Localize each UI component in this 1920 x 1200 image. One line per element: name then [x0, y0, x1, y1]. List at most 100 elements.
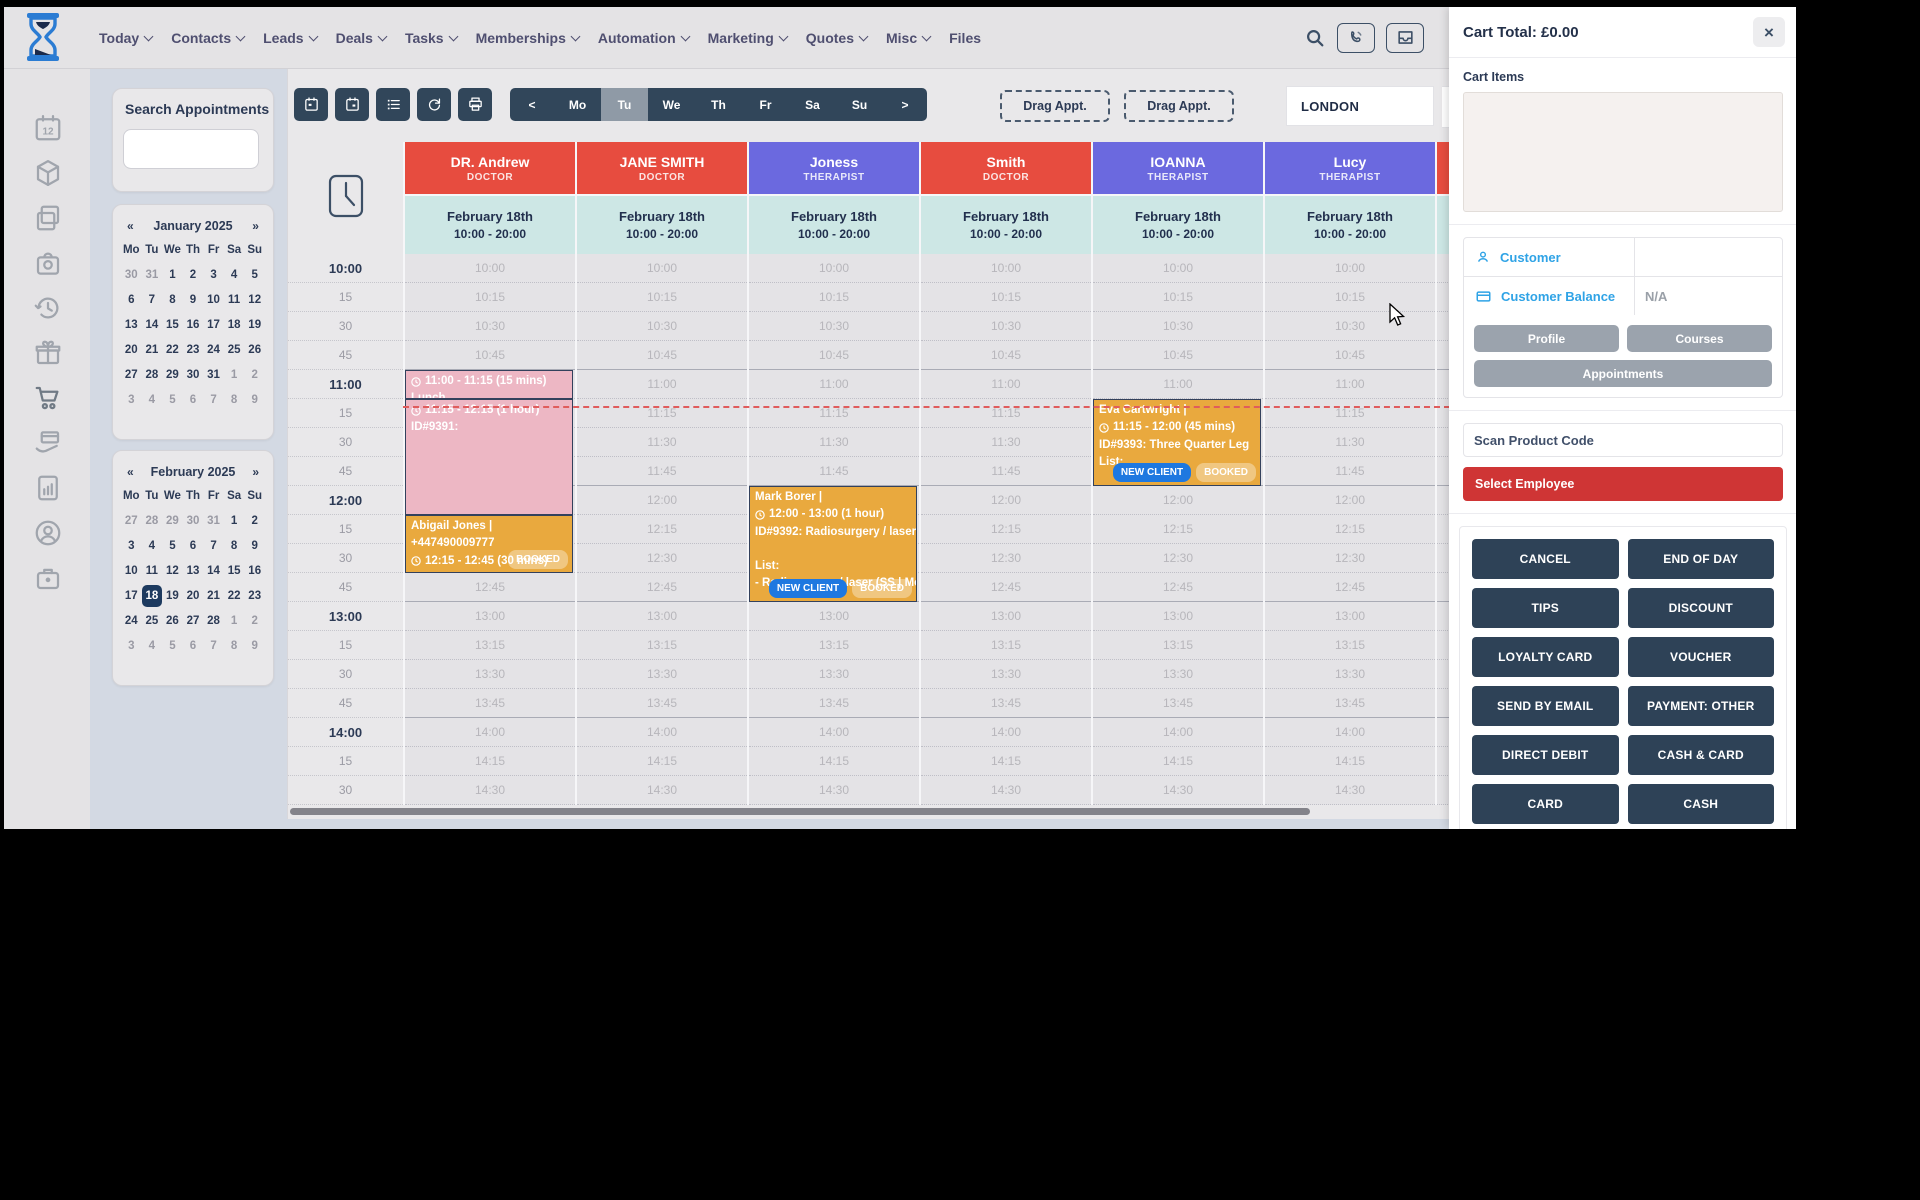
- calendar-day[interactable]: 5: [244, 264, 265, 286]
- calendar-day[interactable]: 9: [183, 289, 204, 311]
- payment-icon[interactable]: [31, 426, 65, 460]
- calendar-day[interactable]: 29: [162, 510, 183, 532]
- appointment-block[interactable]: 11:00 - 11:15 (15 mins)Lunch: [405, 370, 573, 399]
- calendar-day[interactable]: 2: [244, 510, 265, 532]
- time-slot[interactable]: 13:00: [749, 602, 919, 631]
- send-by-email-button[interactable]: SEND BY EMAIL: [1472, 686, 1619, 726]
- calendar-day[interactable]: 5: [162, 635, 183, 657]
- calendar-day[interactable]: 19: [244, 314, 265, 336]
- calendar-day[interactable]: 3: [121, 389, 142, 411]
- time-slot[interactable]: 10:15: [1093, 283, 1263, 312]
- staff-column-header[interactable]: LucyTHERAPIST February 18th10:00 - 20:00: [1263, 142, 1435, 254]
- weekday-tu[interactable]: Tu: [601, 88, 648, 121]
- calendar-day[interactable]: 3: [121, 535, 142, 557]
- time-slot[interactable]: 13:30: [921, 660, 1091, 689]
- time-slot[interactable]: 14:30: [577, 776, 747, 805]
- time-slot[interactable]: 10:00: [405, 254, 575, 283]
- calendar-day[interactable]: 31: [203, 364, 224, 386]
- scan-product-code-input[interactable]: [1463, 423, 1783, 457]
- time-slot[interactable]: 13:00: [1265, 602, 1435, 631]
- calendar-day[interactable]: 13: [183, 560, 204, 582]
- calendar-day[interactable]: 20: [121, 339, 142, 361]
- calendar-day[interactable]: 30: [183, 510, 204, 532]
- calendar-day[interactable]: 21: [203, 585, 224, 607]
- appointment-block[interactable]: Eva Cartwright |11:15 - 12:00 (45 mins)I…: [1093, 399, 1261, 486]
- calendar-12-icon[interactable]: 12: [31, 111, 65, 145]
- time-slot[interactable]: 14:00: [1265, 718, 1435, 747]
- time-slot[interactable]: 10:15: [1265, 283, 1435, 312]
- next-month-icon[interactable]: »: [252, 465, 259, 479]
- time-slot[interactable]: 13:15: [1265, 631, 1435, 660]
- time-slot[interactable]: 14:30: [921, 776, 1091, 805]
- time-slot[interactable]: 13:15: [405, 631, 575, 660]
- time-slot[interactable]: 13:45: [405, 689, 575, 718]
- time-slot[interactable]: 14:15: [1093, 747, 1263, 776]
- time-slot[interactable]: 14:00: [1093, 718, 1263, 747]
- prev-week-button[interactable]: <: [510, 88, 554, 121]
- calendar-day[interactable]: 26: [162, 610, 183, 632]
- profile-button[interactable]: Profile: [1474, 325, 1619, 352]
- time-slot[interactable]: 10:15: [577, 283, 747, 312]
- package-icon[interactable]: [31, 156, 65, 190]
- weekday-we[interactable]: We: [648, 88, 695, 121]
- payment-other-button[interactable]: PAYMENT: OTHER: [1628, 686, 1775, 726]
- calendar-day[interactable]: 8: [162, 289, 183, 311]
- calendar-day[interactable]: 1: [224, 610, 245, 632]
- calendar-day[interactable]: 23: [244, 585, 265, 607]
- nav-item-today[interactable]: Today: [99, 30, 152, 46]
- calendar-day[interactable]: 1: [224, 510, 245, 532]
- copies-icon[interactable]: [31, 201, 65, 235]
- drag-appt-slot-1[interactable]: Drag Appt.: [1000, 90, 1110, 122]
- calendar-day[interactable]: 15: [162, 314, 183, 336]
- calendar-day[interactable]: 4: [142, 635, 163, 657]
- search-icon[interactable]: [1304, 27, 1326, 49]
- time-slot[interactable]: 10:30: [749, 312, 919, 341]
- time-slot[interactable]: 10:00: [1093, 254, 1263, 283]
- calendar-day[interactable]: 6: [121, 289, 142, 311]
- time-slot[interactable]: 14:30: [1093, 776, 1263, 805]
- account-icon[interactable]: [31, 516, 65, 550]
- gift-icon[interactable]: [31, 336, 65, 370]
- nav-item-automation[interactable]: Automation: [598, 30, 689, 46]
- calendar-day[interactable]: 14: [142, 314, 163, 336]
- calendar-day[interactable]: 22: [162, 339, 183, 361]
- calendar-day[interactable]: 24: [121, 610, 142, 632]
- cancel-button[interactable]: CANCEL: [1472, 539, 1619, 579]
- time-slot[interactable]: 12:15: [577, 515, 747, 544]
- refresh-icon[interactable]: [417, 88, 451, 121]
- calendar-day[interactable]: 4: [224, 264, 245, 286]
- time-slot[interactable]: 11:15: [577, 399, 747, 428]
- time-slot[interactable]: 11:00: [1093, 370, 1263, 399]
- calendar-icon[interactable]: [294, 88, 328, 121]
- appointment-block[interactable]: Mark Borer |12:00 - 13:00 (1 hour)ID#939…: [749, 486, 917, 602]
- time-slot[interactable]: 10:45: [1093, 341, 1263, 370]
- time-slot[interactable]: 10:30: [577, 312, 747, 341]
- scrollbar-thumb[interactable]: [290, 808, 1310, 815]
- time-slot[interactable]: 14:30: [405, 776, 575, 805]
- time-slot[interactable]: 11:30: [577, 428, 747, 457]
- time-slot[interactable]: 14:15: [577, 747, 747, 776]
- calendar-day[interactable]: 25: [142, 610, 163, 632]
- time-slot[interactable]: 10:00: [921, 254, 1091, 283]
- calendar-day[interactable]: 2: [244, 364, 265, 386]
- time-slot[interactable]: 13:30: [1265, 660, 1435, 689]
- time-slot[interactable]: 13:30: [577, 660, 747, 689]
- staff-column-header[interactable]: IOANNATHERAPIST February 18th10:00 - 20:…: [1091, 142, 1263, 254]
- time-slot[interactable]: 13:15: [1093, 631, 1263, 660]
- time-slot[interactable]: 10:15: [749, 283, 919, 312]
- time-slot[interactable]: 12:45: [1265, 573, 1435, 602]
- time-slot[interactable]: 12:45: [405, 573, 575, 602]
- time-slot[interactable]: 11:15: [749, 399, 919, 428]
- calendar-day[interactable]: 7: [203, 635, 224, 657]
- calendar-day[interactable]: 27: [121, 364, 142, 386]
- calendar-day[interactable]: 26: [244, 339, 265, 361]
- nav-item-marketing[interactable]: Marketing: [708, 30, 787, 46]
- time-slot[interactable]: 10:15: [405, 283, 575, 312]
- time-slot[interactable]: 12:45: [921, 573, 1091, 602]
- cash-card-button[interactable]: CASH & CARD: [1628, 735, 1775, 775]
- calendar-day[interactable]: 7: [203, 535, 224, 557]
- time-slot[interactable]: 13:00: [1093, 602, 1263, 631]
- calendar-day[interactable]: 20: [183, 585, 204, 607]
- time-slot[interactable]: 11:45: [921, 457, 1091, 486]
- time-slot[interactable]: 14:15: [749, 747, 919, 776]
